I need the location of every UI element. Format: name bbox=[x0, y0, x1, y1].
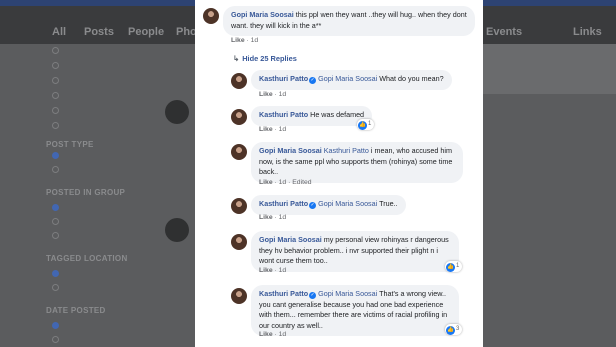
hide-replies-label: Hide 25 Replies bbox=[242, 54, 297, 63]
thumbs-up-icon: 👍 bbox=[446, 263, 455, 272]
avatar[interactable] bbox=[231, 109, 247, 125]
background-right-card bbox=[483, 44, 616, 94]
reply-mention[interactable]: Gopi Maria Soosai bbox=[318, 289, 377, 298]
reply-text: True.. bbox=[379, 199, 398, 208]
verified-badge-icon: ✓ bbox=[309, 202, 317, 209]
edited-label[interactable]: Edited bbox=[292, 179, 311, 186]
comment-author[interactable]: Gopi Maria Soosai bbox=[231, 10, 294, 19]
reply-time[interactable]: 1d bbox=[279, 91, 287, 98]
reply-time[interactable]: 1d bbox=[279, 214, 287, 221]
reply-bubble: Gopi Maria Soosai Kasthuri Patto i mean,… bbox=[251, 142, 463, 183]
bg-tab-all: All bbox=[52, 26, 67, 38]
bg-heading-tagged-location: TAGGED LOCATION bbox=[46, 254, 128, 263]
comment-time[interactable]: 1d bbox=[251, 37, 259, 44]
reply-text: What do you mean? bbox=[379, 74, 444, 83]
reply-mention[interactable]: Gopi Maria Soosai bbox=[318, 74, 377, 83]
reply-author[interactable]: Kasthuri Patto bbox=[259, 199, 308, 208]
reply-time[interactable]: 1d bbox=[279, 267, 287, 274]
bg-avatar bbox=[165, 218, 189, 242]
reply-time[interactable]: 1d bbox=[279, 126, 287, 133]
reply-author[interactable]: Kasthuri Patto bbox=[259, 110, 308, 119]
bg-heading-date-posted: DATE POSTED bbox=[46, 306, 106, 315]
reaction-count[interactable]: 👍 3 bbox=[445, 324, 463, 335]
avatar[interactable] bbox=[231, 144, 247, 160]
hide-replies-link[interactable]: ↳ Hide 25 Replies bbox=[233, 54, 297, 63]
verified-badge-icon: ✓ bbox=[309, 292, 317, 299]
thumbs-up-icon: 👍 bbox=[358, 121, 367, 130]
like-link[interactable]: Like bbox=[259, 126, 273, 133]
comment-thread-panel: Gopi Maria Soosai this ppl wen they want… bbox=[195, 0, 483, 347]
avatar[interactable] bbox=[231, 234, 247, 250]
bg-tab-posts: Posts bbox=[84, 26, 114, 38]
reply-bubble: Kasthuri Patto ✓ Gopi Maria Soosai What do… bbox=[251, 70, 452, 90]
comment-bubble: Gopi Maria Soosai this ppl wen they want… bbox=[223, 6, 475, 37]
reply-author[interactable]: Gopi Maria Soosai bbox=[259, 235, 322, 244]
reply-author[interactable]: Gopi Maria Soosai bbox=[259, 146, 322, 155]
bg-avatar bbox=[165, 100, 189, 124]
reply-meta: Like · 1d bbox=[259, 91, 287, 98]
reaction-count[interactable]: 👍 1 bbox=[445, 261, 463, 272]
reply-bubble: Kasthuri Patto ✓ Gopi Maria Soosai True.. bbox=[251, 195, 406, 215]
background-filters: POST TYPE POSTED IN GROUP TAGGED LOCATIO… bbox=[30, 44, 190, 347]
reply-bubble: Gopi Maria Soosai my personal view rohin… bbox=[251, 231, 459, 272]
like-link[interactable]: Like bbox=[259, 179, 273, 186]
bg-heading-posted-in-group: POSTED IN GROUP bbox=[46, 188, 126, 197]
like-link[interactable]: Like bbox=[259, 91, 273, 98]
reply-author[interactable]: Kasthuri Patto bbox=[259, 74, 308, 83]
avatar[interactable] bbox=[231, 288, 247, 304]
avatar[interactable] bbox=[231, 198, 247, 214]
reaction-count[interactable]: 👍 1 bbox=[357, 119, 375, 130]
like-link[interactable]: Like bbox=[259, 214, 273, 221]
reply-mention[interactable]: Kasthuri Patto bbox=[324, 146, 369, 155]
bg-tab-people: People bbox=[128, 26, 165, 38]
reply-meta: Like · 1d · Edited bbox=[259, 179, 312, 186]
reply-text: He was defamed bbox=[310, 110, 365, 119]
reply-time[interactable]: 1d bbox=[279, 179, 287, 186]
avatar[interactable] bbox=[203, 8, 219, 24]
thumbs-up-icon: 👍 bbox=[446, 326, 455, 335]
reply-meta: Like · 1d bbox=[259, 214, 287, 221]
reply-time[interactable]: 1d bbox=[279, 331, 287, 338]
reply-meta: Like · 1d bbox=[259, 267, 287, 274]
like-link[interactable]: Like bbox=[259, 267, 273, 274]
reply-mention[interactable]: Gopi Maria Soosai bbox=[318, 199, 377, 208]
reply-bubble: Kasthuri Patto He was defamed bbox=[251, 106, 373, 126]
reply-arrow-icon: ↳ bbox=[233, 54, 240, 63]
like-link[interactable]: Like bbox=[231, 37, 245, 44]
reply-meta: Like · 1d bbox=[259, 331, 287, 338]
reply-meta: Like · 1d bbox=[259, 126, 287, 133]
reply-author[interactable]: Kasthuri Patto bbox=[259, 289, 308, 298]
verified-badge-icon: ✓ bbox=[309, 77, 317, 84]
avatar[interactable] bbox=[231, 73, 247, 89]
comment-meta: Like · 1d bbox=[231, 37, 259, 44]
bg-tab-events: Events bbox=[486, 26, 523, 38]
reply-bubble: Kasthuri Patto ✓ Gopi Maria Soosai That's … bbox=[251, 285, 459, 337]
bg-heading-post-type: POST TYPE bbox=[46, 140, 94, 149]
bg-tab-links: Links bbox=[573, 26, 602, 38]
like-link[interactable]: Like bbox=[259, 331, 273, 338]
